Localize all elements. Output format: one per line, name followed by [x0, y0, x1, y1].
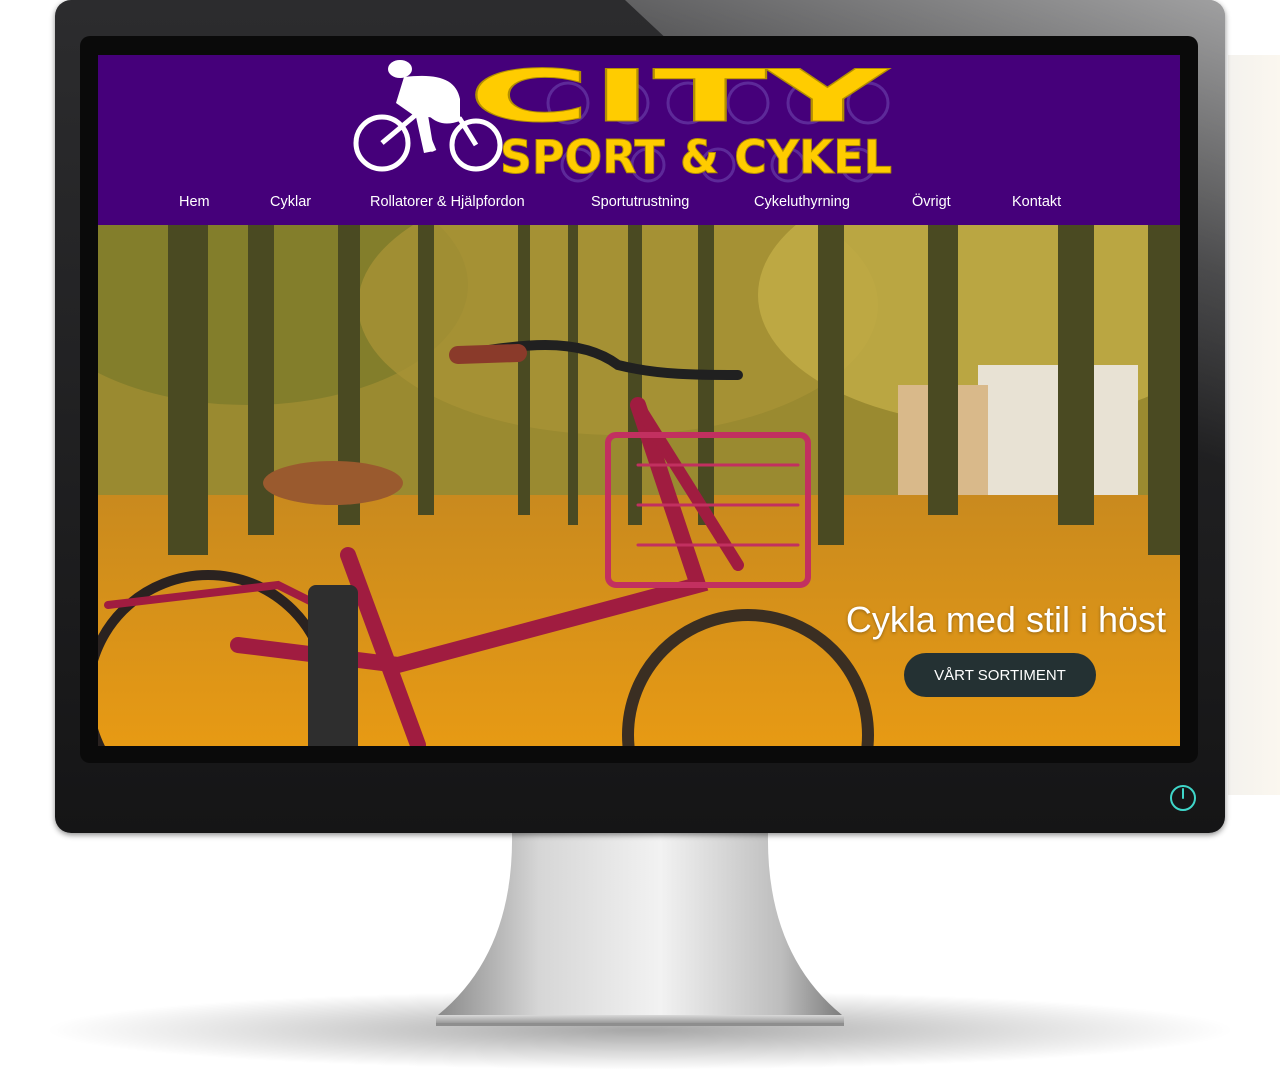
website-screen: CITY SPORT & CYKEL Hem Cyklar Rollatorer…: [98, 55, 1180, 746]
nav-item-sportutrustning[interactable]: Sportutrustning: [591, 194, 689, 210]
main-nav: Hem Cyklar Rollatorer & Hjälpfordon Spor…: [98, 185, 1180, 225]
logo-line1: CITY: [468, 55, 890, 138]
background-edge: [1228, 55, 1280, 795]
nav-item-kontakt[interactable]: Kontakt: [1012, 194, 1061, 210]
nav-item-cykeluthyrning[interactable]: Cykeluthyrning: [754, 194, 850, 210]
site-logo[interactable]: CITY SPORT & CYKEL: [348, 55, 898, 183]
nav-item-ovrigt[interactable]: Övrigt: [912, 194, 951, 210]
our-range-button[interactable]: VÅRT SORTIMENT: [904, 653, 1096, 697]
nav-item-rollatorer[interactable]: Rollatorer & Hjälpfordon: [370, 194, 525, 210]
monitor-stand: [436, 833, 844, 1026]
nav-item-cyklar[interactable]: Cyklar: [270, 194, 311, 210]
hero-banner: Cykla med stil i höst VÅRT SORTIMENT: [98, 225, 1180, 746]
site-header: CITY SPORT & CYKEL Hem Cyklar Rollatorer…: [98, 55, 1180, 225]
hero-title: Cykla med stil i höst: [845, 599, 1166, 640]
logo-line2: SPORT & CYKEL: [500, 130, 892, 183]
nav-item-hem[interactable]: Hem: [179, 194, 210, 210]
power-icon[interactable]: [1169, 784, 1197, 812]
